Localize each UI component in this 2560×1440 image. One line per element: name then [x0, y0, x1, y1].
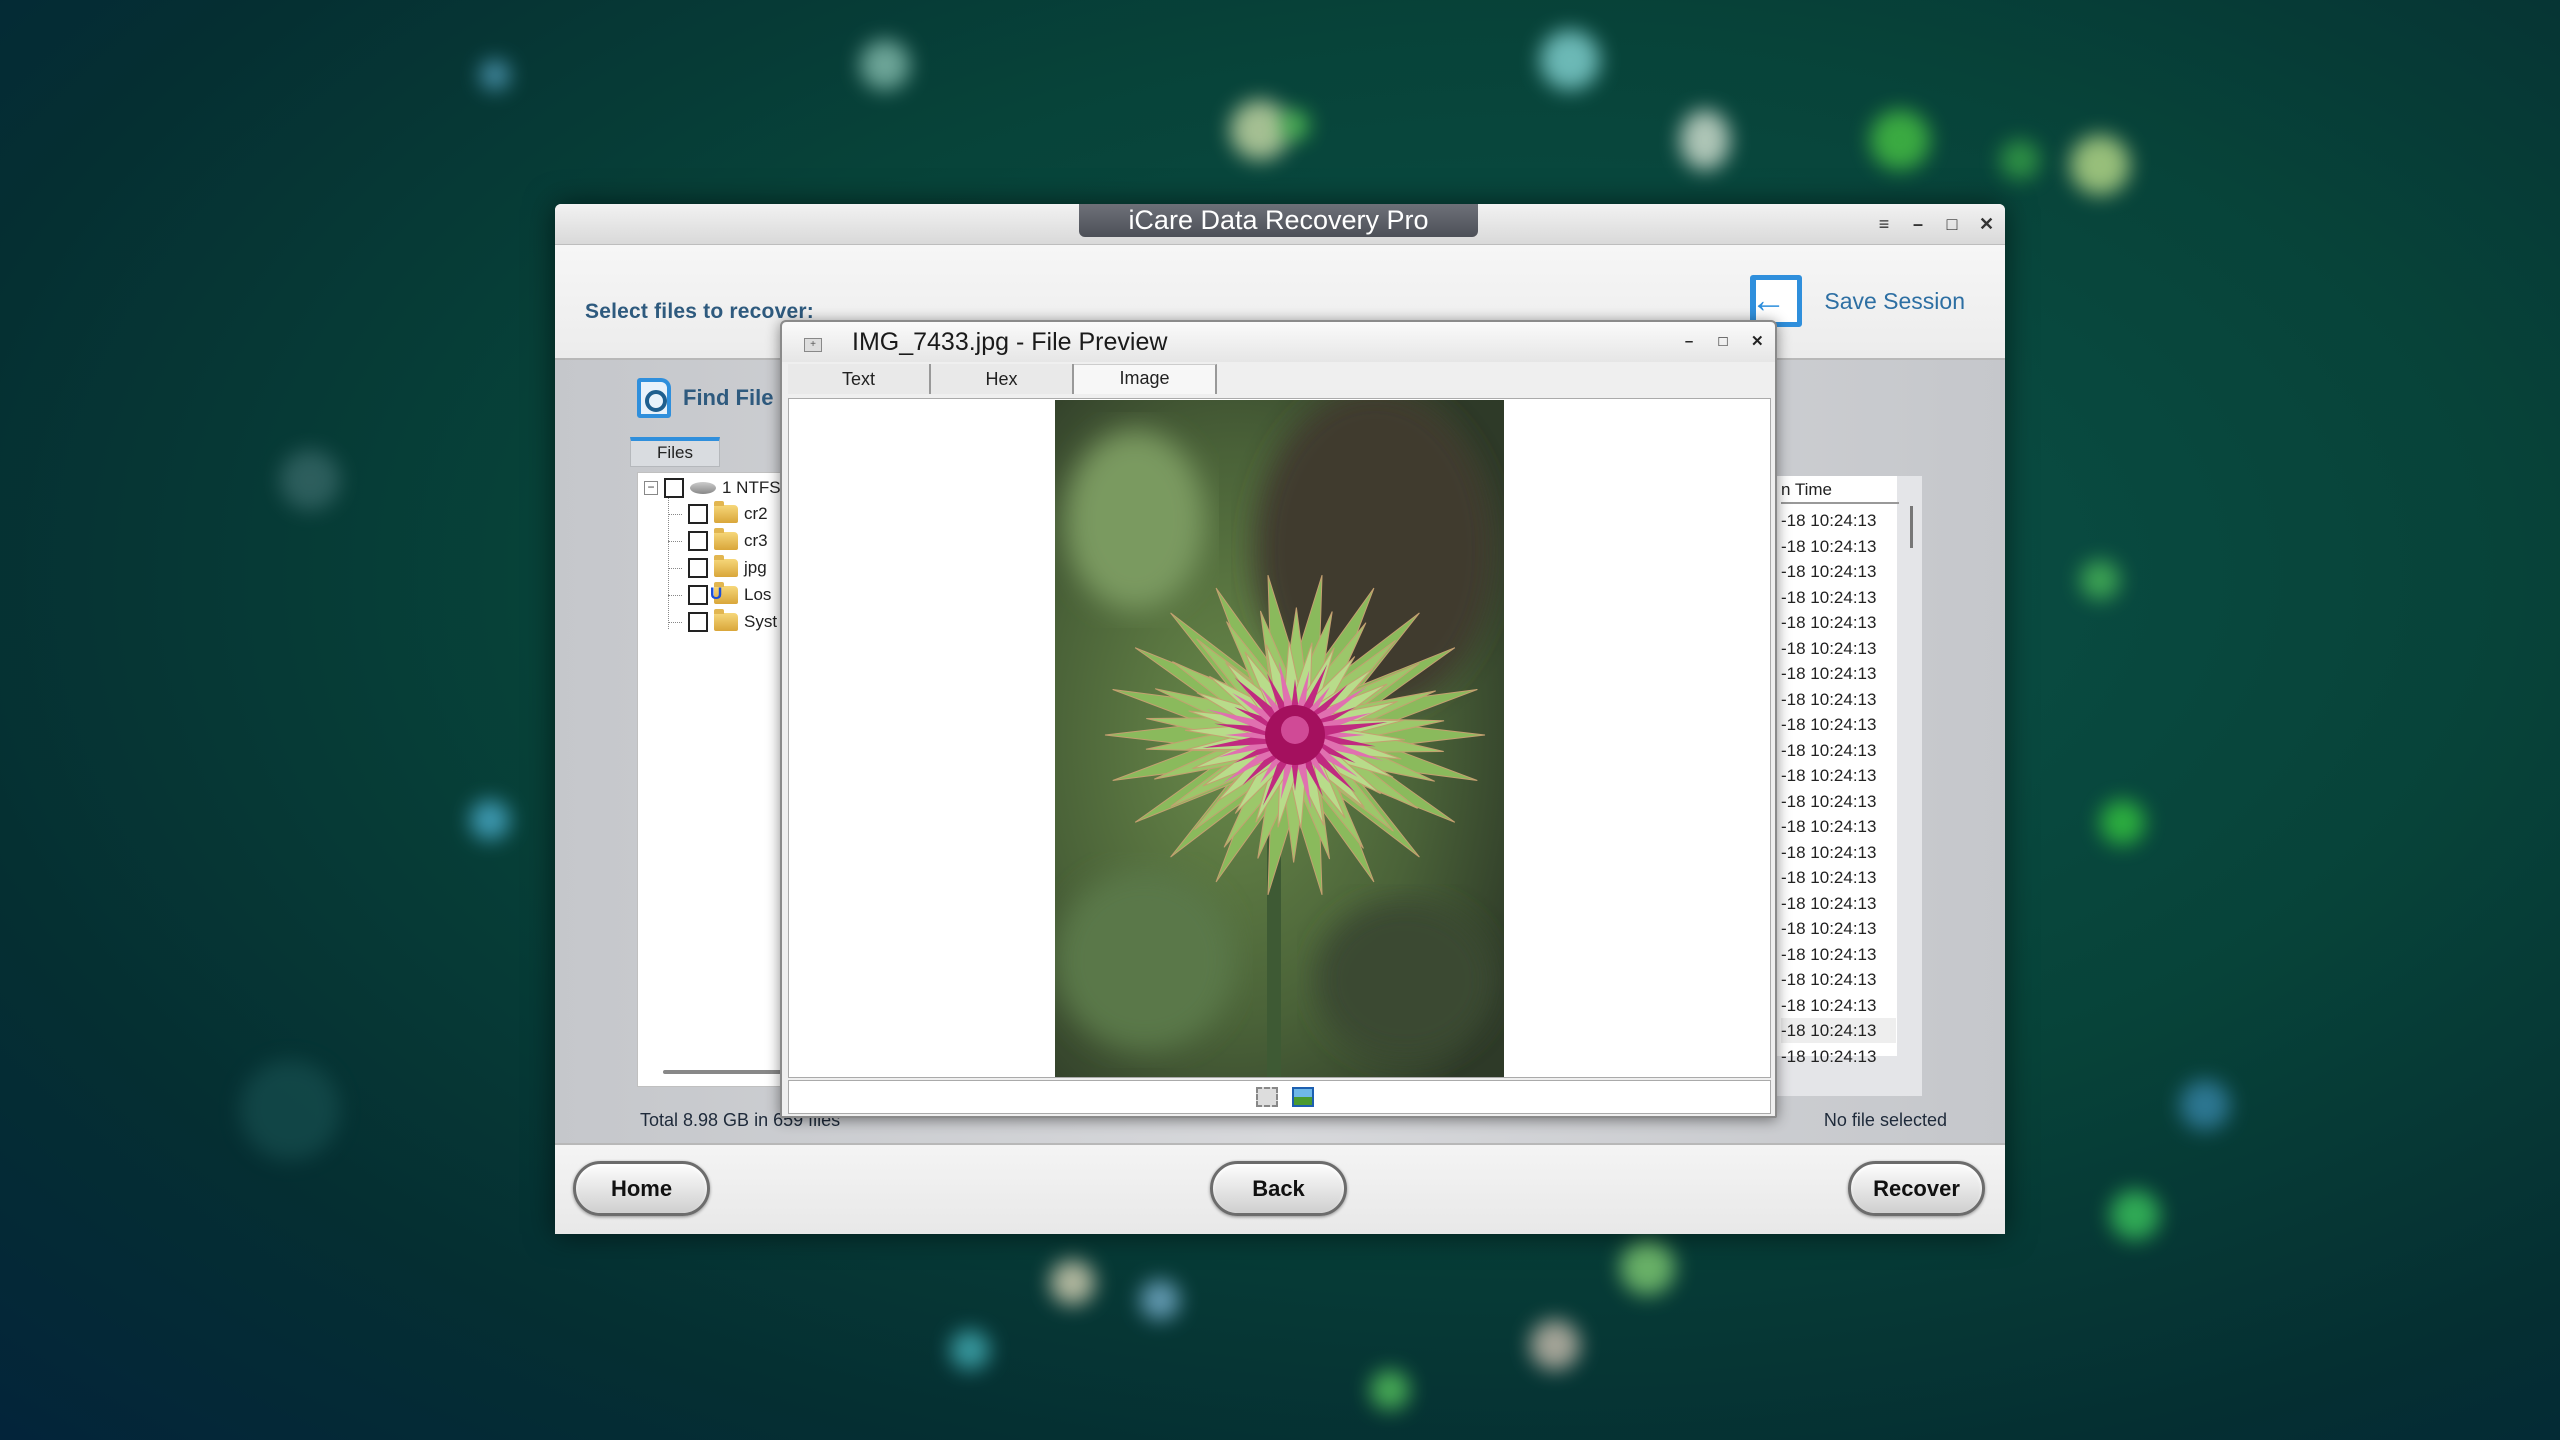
checkbox[interactable] [688, 504, 708, 524]
close-icon[interactable]: ✕ [1751, 332, 1764, 352]
checkbox[interactable] [688, 531, 708, 551]
checkbox[interactable] [664, 478, 684, 498]
selection-status: No file selected [1823, 1110, 1947, 1130]
file-list-row[interactable]: -18 10:24:13 [1781, 508, 1896, 533]
tree-item-cr2[interactable]: cr2 [668, 501, 768, 527]
save-session-button[interactable]: Save Session [1750, 275, 1965, 327]
select-files-prompt: Select files to recover: [585, 300, 814, 323]
recover-button[interactable]: Recover [1848, 1161, 1985, 1216]
checkbox[interactable] [688, 585, 708, 605]
system-menu-icon[interactable]: + [804, 338, 822, 352]
vertical-scrollbar[interactable] [1910, 506, 1913, 548]
tree-item-label: Syst [744, 612, 778, 631]
preview-tabs: Text Hex Image [788, 364, 1217, 394]
horizontal-scrollbar[interactable] [663, 1070, 783, 1074]
find-file-button[interactable]: Find File [637, 378, 773, 418]
file-list-row[interactable]: -18 10:24:13 [1781, 789, 1896, 814]
preview-toolbar [788, 1080, 1771, 1114]
folder-icon [714, 501, 738, 523]
file-list-row[interactable]: -18 10:24:13 [1781, 1018, 1896, 1043]
find-file-label: Find File [683, 385, 774, 410]
minimize-icon[interactable]: – [1911, 212, 1925, 236]
tree-item-label: jpg [744, 558, 767, 577]
checkbox[interactable] [688, 558, 708, 578]
lost-folder-icon: U [710, 582, 738, 604]
tree-item-label: cr3 [744, 531, 768, 550]
folder-icon [714, 609, 738, 631]
preview-title-bar[interactable]: + IMG_7433.jpg - File Preview – □ ✕ [782, 322, 1775, 362]
checkbox[interactable] [688, 612, 708, 632]
lost-badge: U [710, 584, 723, 603]
collapse-toggle[interactable]: − [644, 481, 658, 495]
file-list-row[interactable]: -18 10:24:13 [1781, 942, 1896, 967]
file-list-row[interactable]: -18 10:24:13 [1781, 865, 1896, 890]
file-list-row[interactable]: -18 10:24:13 [1781, 636, 1896, 661]
file-list-row[interactable]: -18 10:24:13 [1781, 891, 1896, 916]
file-list-body: n Time -18 10:24:13 -18 10:24:13 -18 10:24… [1777, 476, 1899, 1066]
drive-icon [690, 482, 716, 494]
maximize-icon[interactable]: □ [1945, 212, 1959, 236]
file-list-row[interactable]: -18 10:24:13 [1781, 1044, 1896, 1069]
footer: Home Back Recover [555, 1143, 2005, 1234]
title-bar[interactable]: iCare Data Recovery Pro ≡ – □ ✕ [555, 204, 2005, 245]
file-list-row[interactable]: -18 10:24:13 [1781, 814, 1896, 839]
folder-icon [714, 555, 738, 577]
folder-icon [714, 528, 738, 550]
maximize-icon[interactable]: □ [1717, 332, 1729, 352]
file-list-row[interactable]: -18 10:24:13 [1781, 585, 1896, 610]
tab-files[interactable]: Files [630, 437, 720, 467]
file-list-row[interactable]: -18 10:24:13 [1781, 993, 1896, 1018]
file-list-row[interactable]: -18 10:24:13 [1781, 534, 1896, 559]
file-list-row[interactable]: -18 10:24:13 [1781, 763, 1896, 788]
tree-item-cr3[interactable]: cr3 [668, 528, 768, 554]
tab-image[interactable]: Image [1074, 364, 1217, 394]
file-list-row[interactable]: -18 10:24:13 [1781, 610, 1896, 635]
tree-root-label: 1 NTFS [722, 478, 781, 497]
app-title: iCare Data Recovery Pro [1079, 204, 1478, 237]
tree-item-system[interactable]: Syst [668, 609, 777, 635]
column-header-time[interactable]: n Time [1781, 476, 1899, 504]
find-file-icon [637, 378, 671, 418]
tree-item-lost[interactable]: U Los [668, 582, 771, 608]
folder-tree: − 1 NTFS cr2 cr3 jpg U Los Syst [637, 472, 787, 1087]
tree-item-jpg[interactable]: jpg [668, 555, 767, 581]
file-list-row[interactable]: -18 10:24:13 [1781, 840, 1896, 865]
home-button[interactable]: Home [573, 1161, 710, 1216]
file-list: n Time -18 10:24:13 -18 10:24:13 -18 10:24… [1777, 476, 1922, 1096]
fit-to-window-icon[interactable] [1256, 1087, 1278, 1107]
preview-title: IMG_7433.jpg - File Preview [852, 328, 1168, 356]
save-session-label: Save Session [1824, 287, 1965, 314]
menu-icon[interactable]: ≡ [1877, 212, 1891, 236]
tab-hex[interactable]: Hex [931, 364, 1074, 394]
file-list-row[interactable]: -18 10:24:13 [1781, 712, 1896, 737]
preview-canvas [788, 398, 1771, 1078]
preview-image [1055, 400, 1504, 1077]
minimize-icon[interactable]: – [1683, 332, 1695, 352]
thistle-photo [1055, 400, 1504, 1077]
tree-item-label: cr2 [744, 504, 768, 523]
file-list-row[interactable]: -18 10:24:13 [1781, 661, 1896, 686]
file-list-row[interactable]: -18 10:24:13 [1781, 967, 1896, 992]
file-list-row[interactable]: -18 10:24:13 [1781, 687, 1896, 712]
file-list-row[interactable]: -18 10:24:13 [1781, 916, 1896, 941]
actual-size-icon[interactable] [1292, 1087, 1314, 1107]
tree-root[interactable]: − 1 NTFS [644, 475, 781, 501]
file-preview-dialog: + IMG_7433.jpg - File Preview – □ ✕ Text… [780, 320, 1777, 1118]
file-list-row[interactable]: -18 10:24:13 [1781, 738, 1896, 763]
back-button[interactable]: Back [1210, 1161, 1347, 1216]
tree-item-label: Los [744, 585, 772, 604]
tab-text[interactable]: Text [788, 364, 931, 394]
close-icon[interactable]: ✕ [1979, 212, 1994, 236]
file-list-row[interactable]: -18 10:24:13 [1781, 559, 1896, 584]
